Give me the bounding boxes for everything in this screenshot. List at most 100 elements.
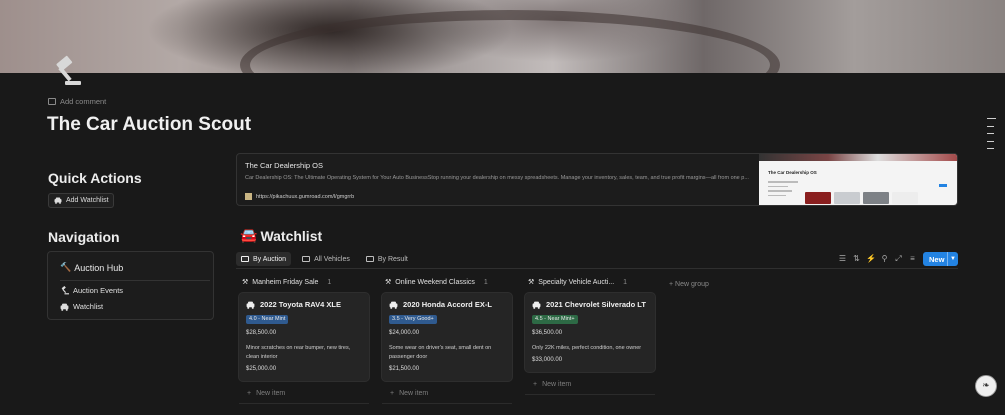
group-name: Specialty Vehicle Aucti...	[538, 278, 615, 286]
new-group-button[interactable]: + New group	[669, 281, 709, 288]
bookmark-description: Car Dealership OS: The Ultimate Operatin…	[245, 175, 749, 181]
board-icon	[365, 256, 374, 262]
condition-note: Some wear on driver's seat, small dent o…	[389, 345, 492, 360]
condition-badge: 3.5 - Very Good+	[389, 315, 437, 324]
page-title: The Car Auction Scout	[47, 114, 252, 135]
group-count: 1	[327, 278, 332, 286]
auction-hub-heading: 🔨 Auction Hub	[60, 262, 123, 273]
group-count: 1	[623, 278, 628, 286]
new-item-label: New item	[256, 390, 286, 397]
new-item-button[interactable]: + New item	[247, 390, 285, 397]
new-item-button[interactable]: + New item	[533, 381, 571, 388]
card-title: 2022 Toyota RAV4 XLE	[246, 300, 341, 309]
condition-badge: 4.0 - Near Mint	[246, 315, 289, 324]
add-watchlist-button[interactable]: Add Watchlist	[48, 193, 114, 208]
condition-note: Minor scratches on rear bumper, new tire…	[246, 345, 351, 360]
search-icon[interactable]: ⚲	[880, 254, 889, 263]
gavel-icon: ⚒	[242, 279, 249, 286]
chevron-down-icon[interactable]: ▼	[947, 252, 958, 266]
avatar-icon: ❧	[982, 381, 990, 391]
nav-label: Watchlist	[73, 302, 104, 311]
tab-by-result[interactable]: By Result	[361, 252, 413, 266]
help-avatar-button[interactable]: ❧	[975, 375, 997, 397]
watchlist-heading-label: Watchlist	[260, 227, 323, 244]
add-comment-label: Add comment	[60, 97, 107, 106]
new-item-label: New item	[542, 381, 572, 388]
gavel-icon: ⚒	[528, 279, 535, 286]
vehicle-card[interactable]: 2022 Toyota RAV4 XLE 4.0 - Near Mint $28…	[239, 293, 369, 381]
tab-all-vehicles[interactable]: All Vehicles	[297, 252, 355, 266]
nav-link-auction-events[interactable]: Auction Events	[60, 286, 123, 295]
navigation-heading: Navigation	[48, 229, 120, 245]
navigation-callout: 🔨 Auction Hub Auction Events Watchlist	[47, 251, 214, 320]
divider	[236, 268, 958, 269]
comment-icon	[48, 98, 56, 105]
new-item-label: New item	[399, 390, 429, 397]
settings-icon[interactable]: ≡	[908, 254, 917, 263]
condition-note: Only 22K miles, perfect condition, one o…	[532, 345, 642, 351]
quick-actions-heading: Quick Actions	[48, 170, 142, 186]
divider	[239, 403, 369, 404]
add-comment-button[interactable]: Add comment	[48, 97, 106, 106]
bookmark-card[interactable]: The Car Dealership OS Car Dealership OS:…	[236, 153, 958, 206]
divider	[60, 280, 210, 281]
group-name: Online Weekend Classics	[395, 278, 475, 286]
bookmark-title: The Car Dealership OS	[245, 161, 323, 170]
filter-icon[interactable]: ☰	[838, 254, 847, 263]
thumbnail-title: The Car Dealership OS	[768, 170, 817, 175]
automation-icon[interactable]: ⚡	[866, 254, 876, 263]
card-title-text: 2020 Honda Accord EX-L	[403, 300, 492, 309]
car-icon	[389, 301, 398, 309]
plus-icon: +	[533, 381, 538, 388]
condition-badge: 4.5 - Near Mint+	[532, 315, 578, 324]
bid-price: $36,500.00	[532, 330, 563, 336]
expand-icon[interactable]: ⤢	[894, 254, 903, 263]
table-icon	[302, 256, 311, 262]
vehicle-card[interactable]: 2020 Honda Accord EX-L 3.5 - Very Good+ …	[382, 293, 512, 381]
car-icon: 🚘	[240, 227, 258, 243]
vehicle-card[interactable]: 2021 Chevrolet Silverado LT 4.5 - Near M…	[525, 293, 655, 372]
add-watchlist-label: Add Watchlist	[66, 197, 109, 204]
tab-label: By Auction	[253, 255, 287, 263]
card-title-text: 2021 Chevrolet Silverado LT	[546, 300, 646, 309]
new-button[interactable]: New ▼	[923, 252, 958, 266]
car-icon	[246, 301, 255, 309]
gavel-icon: ⚒	[385, 279, 392, 286]
tab-label: All Vehicles	[314, 255, 350, 263]
car-icon	[532, 301, 541, 309]
bookmark-url: https://pikachuux.gumroad.com/l/gmgrrb	[245, 193, 354, 200]
nav-link-watchlist[interactable]: Watchlist	[60, 302, 103, 311]
plus-icon: +	[390, 390, 395, 397]
watchlist-heading: 🚘 Watchlist	[240, 227, 322, 244]
tab-by-auction[interactable]: By Auction	[236, 252, 292, 266]
estimate-value: $25,000.00	[246, 366, 277, 372]
estimate-value: $33,000.00	[532, 357, 563, 363]
board-icon	[241, 256, 249, 262]
group-name: Manheim Friday Sale	[252, 278, 319, 286]
divider	[525, 394, 655, 395]
cover-image	[0, 0, 1005, 73]
group-header[interactable]: ⚒ Online Weekend Classics 1	[385, 278, 488, 287]
bid-price: $28,500.00	[246, 330, 277, 336]
estimate-value: $21,500.00	[389, 366, 420, 372]
group-count: 1	[483, 278, 488, 286]
hammer-icon: 🔨	[60, 262, 72, 272]
table-of-contents[interactable]	[987, 118, 996, 149]
bookmark-thumbnail: The Car Dealership OS	[759, 154, 957, 205]
group-header[interactable]: ⚒ Manheim Friday Sale 1	[242, 278, 332, 287]
gavel-icon	[61, 286, 69, 295]
car-icon	[54, 197, 62, 204]
car-icon	[60, 303, 69, 311]
view-tabs: By Auction All Vehicles By Result	[236, 252, 413, 266]
new-item-button[interactable]: + New item	[390, 390, 428, 397]
card-title: 2020 Honda Accord EX-L	[389, 300, 492, 309]
bookmark-url-text: https://pikachuux.gumroad.com/l/gmgrrb	[256, 193, 355, 200]
plus-icon: +	[247, 390, 252, 397]
card-title-text: 2022 Toyota RAV4 XLE	[260, 300, 341, 309]
sort-icon[interactable]: ⇅	[852, 254, 861, 263]
card-title: 2021 Chevrolet Silverado LT	[532, 300, 646, 309]
divider	[382, 403, 512, 404]
gavel-icon[interactable]	[48, 53, 84, 89]
tab-label: By Result	[377, 255, 408, 263]
group-header[interactable]: ⚒ Specialty Vehicle Aucti... 1	[528, 278, 628, 287]
